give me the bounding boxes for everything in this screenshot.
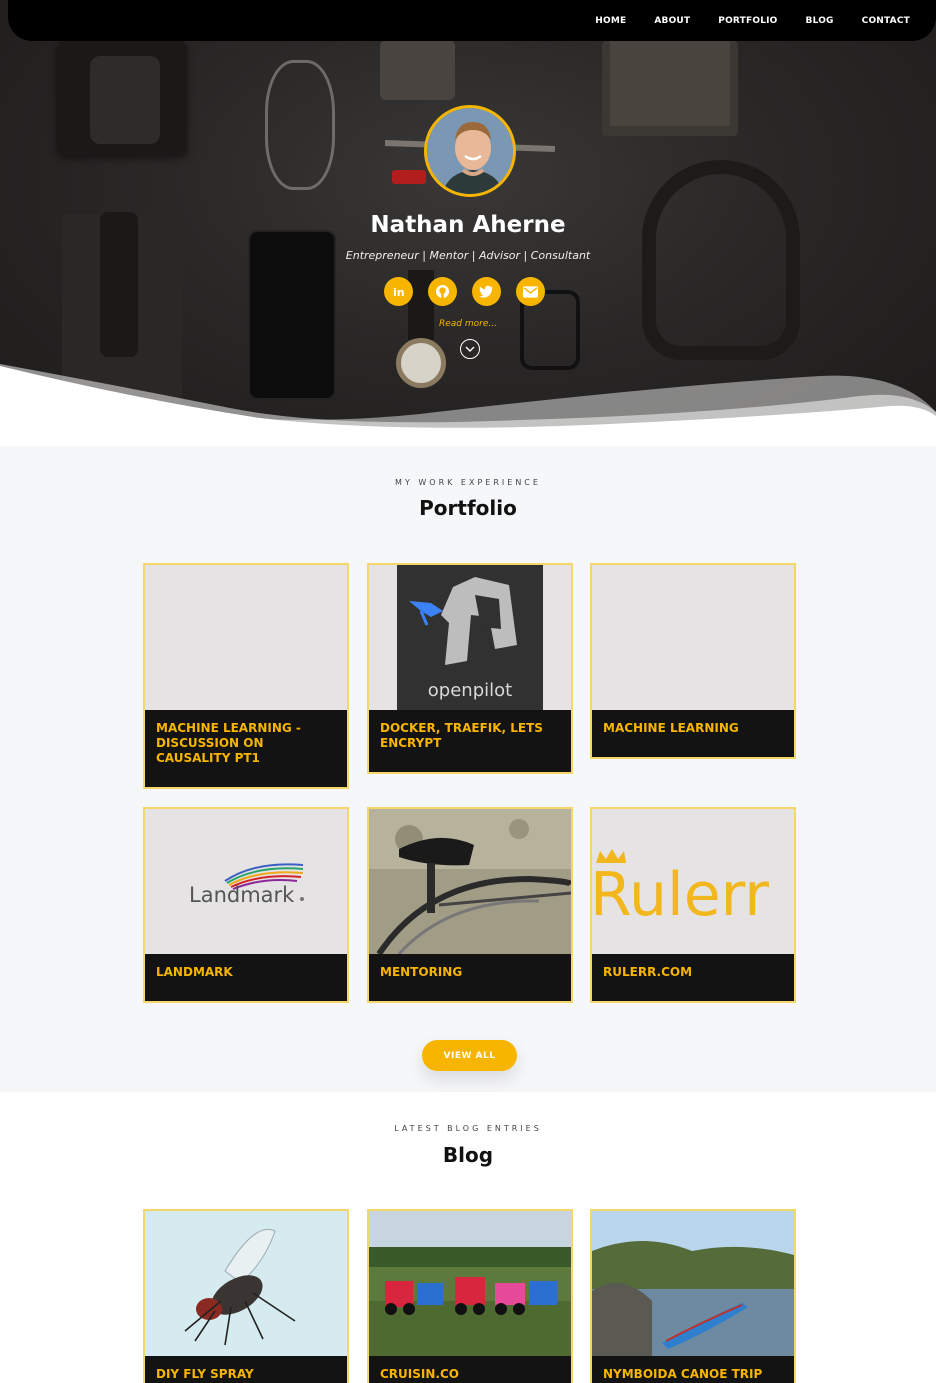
blog-card-title: CRUISIN.CO bbox=[380, 1367, 459, 1381]
svg-text:in: in bbox=[393, 286, 405, 299]
blog-card-title: NYMBOIDA CANOE TRIP bbox=[603, 1367, 763, 1381]
portfolio-thumbnail: Landmark bbox=[145, 809, 347, 954]
portfolio-card-title: MACHINE LEARNING bbox=[603, 721, 739, 735]
nav-item-about[interactable]: ABOUT bbox=[654, 16, 690, 26]
blog-card[interactable]: NYMBOIDA CANOE TRIP bbox=[590, 1209, 796, 1383]
nav-menu: HOME ABOUT PORTFOLIO BLOG CONTACT bbox=[567, 0, 910, 41]
hero-wave-divider bbox=[0, 364, 936, 446]
hero-tagline: Entrepreneur | Mentor | Advisor | Consul… bbox=[345, 249, 591, 262]
kids-karts-photo bbox=[369, 1211, 571, 1356]
chevron-down-icon[interactable] bbox=[460, 339, 480, 359]
read-more-link[interactable]: Read more... bbox=[0, 319, 936, 329]
sunglasses-image bbox=[265, 60, 335, 190]
svg-text:Landmark: Landmark bbox=[189, 883, 295, 907]
portfolio-card[interactable]: MACHINE LEARNING - DISCUSSION ON CAUSALI… bbox=[143, 563, 349, 789]
portfolio-card[interactable]: Rulerr RULERR.COM bbox=[590, 807, 796, 1003]
portfolio-thumbnail: Rulerr bbox=[592, 809, 794, 954]
notebook-cover-image bbox=[610, 30, 730, 126]
pocketknife-image bbox=[392, 170, 426, 184]
blog-thumbnail bbox=[592, 1211, 794, 1356]
case-image bbox=[380, 40, 455, 100]
portfolio-card-title: MENTORING bbox=[380, 965, 463, 979]
blog-title: Blog bbox=[442, 1143, 494, 1167]
portfolio-card[interactable]: Landmark LANDMARK bbox=[143, 807, 349, 1003]
portfolio-thumbnail bbox=[145, 565, 347, 710]
svg-text:openpilot: openpilot bbox=[428, 680, 512, 701]
portfolio-card[interactable]: MENTORING bbox=[367, 807, 573, 1003]
portfolio-kicker: MY WORK EXPERIENCE bbox=[395, 478, 541, 487]
portfolio-thumbnail bbox=[592, 565, 794, 710]
github-icon[interactable] bbox=[428, 277, 457, 306]
blog-kicker: LATEST BLOG ENTRIES bbox=[394, 1124, 542, 1133]
rulerr-logo: Rulerr bbox=[592, 849, 769, 930]
portfolio-card-title: RULERR.COM bbox=[603, 965, 693, 979]
blog-card[interactable]: DIY FLY SPRAY bbox=[143, 1209, 349, 1383]
portfolio-card-title: DOCKER, TRAEFIK, LETS ENCRYPT bbox=[380, 721, 543, 750]
social-links: in bbox=[384, 277, 545, 306]
bicycle-photo bbox=[369, 809, 571, 954]
openpilot-logo: openpilot bbox=[397, 565, 543, 710]
portfolio-thumbnail: openpilot bbox=[369, 565, 571, 710]
portfolio-card-title: LANDMARK bbox=[156, 965, 233, 979]
portfolio-card[interactable]: MACHINE LEARNING bbox=[590, 563, 796, 759]
landmark-logo: Landmark bbox=[189, 863, 304, 907]
nav-item-blog[interactable]: BLOG bbox=[806, 16, 834, 26]
fly-photo bbox=[145, 1211, 347, 1356]
sock-image bbox=[90, 56, 160, 144]
nav-item-home[interactable]: HOME bbox=[595, 16, 626, 26]
blog-thumbnail bbox=[145, 1211, 347, 1356]
view-all-button[interactable]: VIEW ALL bbox=[422, 1040, 517, 1071]
twitter-icon[interactable] bbox=[472, 277, 501, 306]
portfolio-card-title: MACHINE LEARNING - DISCUSSION ON CAUSALI… bbox=[156, 721, 301, 765]
blog-card-title: DIY FLY SPRAY bbox=[156, 1367, 254, 1381]
portfolio-card[interactable]: openpilot DOCKER, TRAEFIK, LETS ENCRYPT bbox=[367, 563, 573, 774]
portfolio-thumbnail bbox=[369, 809, 571, 954]
portfolio-title: Portfolio bbox=[419, 496, 517, 520]
hero-name: Nathan Aherne bbox=[370, 212, 566, 238]
email-icon[interactable] bbox=[516, 277, 545, 306]
hero-banner: Nathan Aherne Entrepreneur | Mentor | Ad… bbox=[0, 0, 936, 446]
svg-text:Rulerr: Rulerr bbox=[592, 860, 769, 930]
avatar bbox=[424, 105, 516, 197]
blog-card[interactable]: CRUISIN.CO bbox=[367, 1209, 573, 1383]
canoe-photo bbox=[592, 1211, 794, 1356]
blog-thumbnail bbox=[369, 1211, 571, 1356]
nav-item-contact[interactable]: CONTACT bbox=[862, 16, 910, 26]
top-navbar: HOME ABOUT PORTFOLIO BLOG CONTACT bbox=[8, 0, 936, 41]
linkedin-icon[interactable]: in bbox=[384, 277, 413, 306]
nav-item-portfolio[interactable]: PORTFOLIO bbox=[718, 16, 777, 26]
